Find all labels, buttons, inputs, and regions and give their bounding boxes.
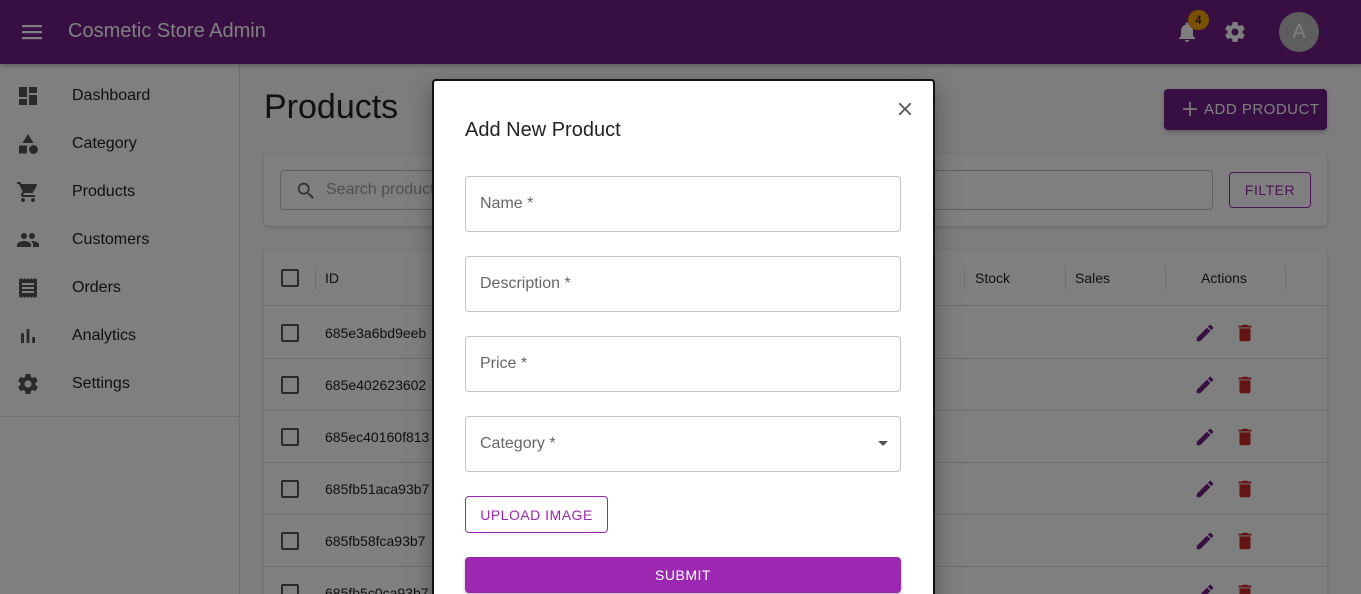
price-field[interactable]: Price * [465,336,901,392]
close-icon[interactable] [894,98,916,120]
category-select[interactable]: Category * [465,416,901,472]
category-select-label: Category * [480,435,556,452]
price-field-label: Price * [480,355,528,372]
description-field[interactable]: Description * [465,256,901,312]
dialog-title: Add New Product [465,119,621,141]
add-product-dialog: Add New Product Name * Description * Pri… [432,79,935,594]
upload-image-button[interactable]: UPLOAD IMAGE [465,496,608,533]
chevron-down-icon [878,441,888,446]
name-field[interactable]: Name * [465,176,901,232]
description-field-label: Description * [480,275,571,292]
name-field-label: Name * [480,195,534,212]
submit-button[interactable]: SUBMIT [465,557,901,593]
